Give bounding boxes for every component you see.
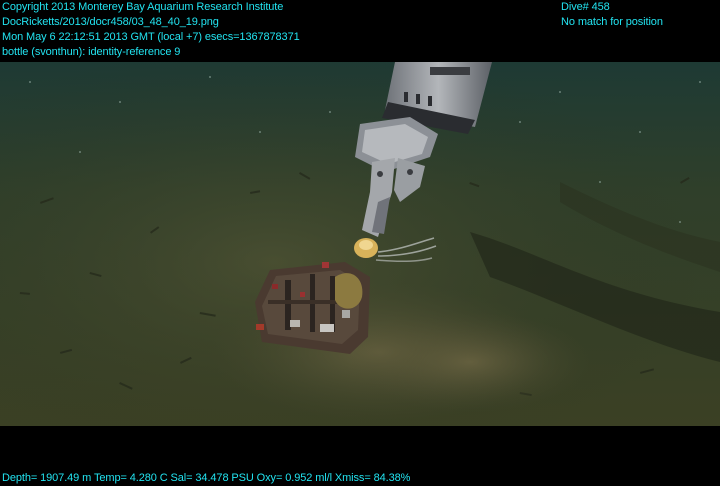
header-info-block: Copyright 2013 Monterey Bay Aquarium Res… <box>2 0 300 60</box>
dive-number: Dive# 458 <box>561 1 610 13</box>
dive-info-block: Dive# 458 No match for position <box>561 0 663 30</box>
annotation-line: bottle (svonthun): identity-reference 9 <box>2 46 181 58</box>
position-status: No match for position <box>561 16 663 28</box>
filename-line: DocRicketts/2013/docr458/03_48_40_19.png <box>2 16 219 28</box>
underwater-video-frame <box>0 62 720 426</box>
timestamp-line: Mon May 6 22:12:51 2013 GMT (local +7) e… <box>2 31 300 43</box>
copyright-line: Copyright 2013 Monterey Bay Aquarium Res… <box>2 1 284 13</box>
sensor-readout: Depth= 1907.49 m Temp= 4.280 C Sal= 34.4… <box>2 472 411 484</box>
instrument-package <box>255 262 370 354</box>
